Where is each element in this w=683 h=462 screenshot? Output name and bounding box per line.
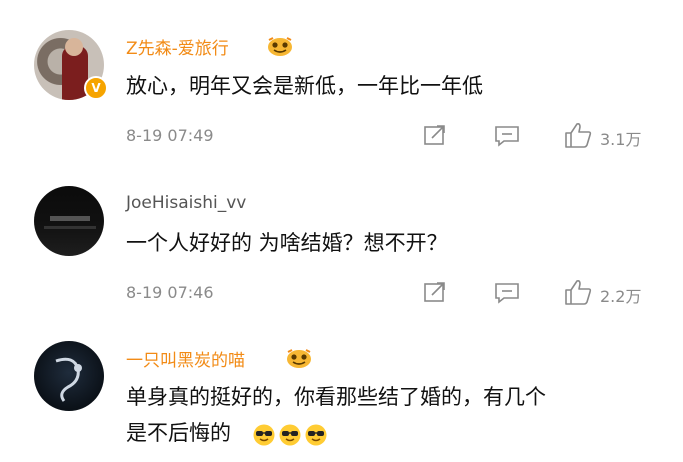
timestamp: 8-19 07:46	[126, 283, 214, 302]
avatar-detail	[44, 226, 96, 229]
like-count: 3.1万	[600, 130, 642, 149]
username[interactable]: Z先森-爱旅行	[126, 34, 229, 59]
username[interactable]: 一只叫黑炭的喵	[126, 346, 245, 371]
member-badge-icon	[268, 37, 292, 56]
like-count: 2.2万	[600, 287, 642, 306]
comment-icon[interactable]	[494, 282, 520, 304]
avatar[interactable]	[34, 186, 104, 256]
share-icon[interactable]	[423, 281, 447, 303]
comment-text: 一个人好好的 为啥结婚？想不开？	[126, 231, 448, 255]
avatar-drawing	[55, 357, 82, 402]
sunglasses-emoji-icon	[253, 424, 275, 446]
sunglasses-emoji-icon	[305, 424, 327, 446]
username[interactable]: JoeHisaishi_vv	[126, 193, 246, 213]
like-icon[interactable]	[563, 278, 593, 306]
comment-text-line1: 单身真的挺好的，你看那些结了婚的，有几个	[126, 385, 546, 409]
verified-badge: V	[84, 76, 108, 100]
share-icon[interactable]	[423, 124, 447, 146]
avatar[interactable]	[34, 341, 104, 411]
comment-text-line2: 是不后悔的	[126, 421, 231, 445]
avatar-head	[65, 38, 83, 56]
timestamp: 8-19 07:49	[126, 126, 214, 145]
sunglasses-emoji-icon	[279, 424, 301, 446]
comment-icon[interactable]	[494, 125, 520, 147]
member-badge-icon	[287, 349, 311, 368]
avatar-detail	[50, 216, 90, 221]
comment-text: 放心，明年又会是新低，一年比一年低	[126, 74, 483, 98]
like-icon[interactable]	[563, 121, 593, 149]
